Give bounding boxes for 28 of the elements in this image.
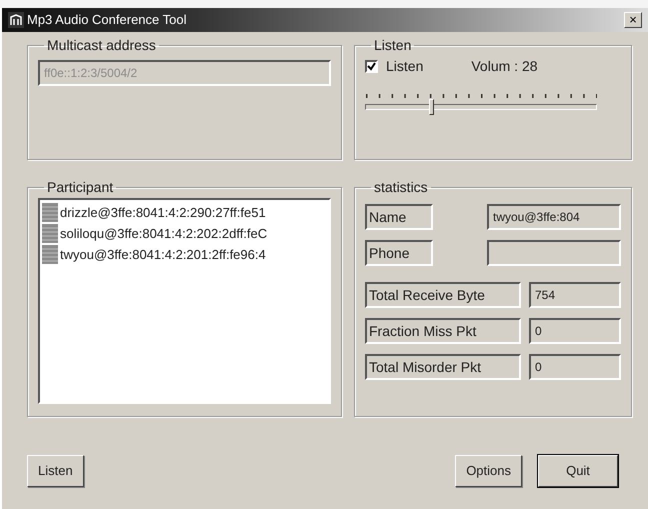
- volume-label: Volum : 28: [471, 57, 538, 76]
- value-field[interactable]: [487, 240, 621, 266]
- volume-slider[interactable]: [365, 99, 597, 115]
- participant-item[interactable]: twyou@3ffe:8041:4:2:201:2ff:fe96:4: [42, 244, 327, 265]
- participant-item[interactable]: drizzle@3ffe:8041:4:2:290:27ff:fe51: [42, 202, 327, 223]
- value-field[interactable]: 0: [529, 354, 621, 380]
- field-label: Name: [365, 204, 433, 230]
- listen-checkbox[interactable]: [365, 60, 378, 73]
- checkbox-label: Listen: [386, 57, 424, 76]
- close-button[interactable]: ×: [624, 12, 642, 28]
- slider-thumb[interactable]: [428, 99, 434, 115]
- field-label: Total Receive Byte: [365, 282, 521, 308]
- dialog-button[interactable]: Listen: [27, 455, 84, 487]
- dialog-button[interactable]: Quit: [538, 455, 618, 487]
- group-label: Participant: [46, 180, 114, 194]
- dialog-button[interactable]: Options: [455, 455, 522, 487]
- field-label: Phone: [365, 240, 433, 266]
- participant-item[interactable]: soliloqu@3ffe:8041:4:2:202:2dff:feC: [42, 223, 327, 244]
- group-label: statistics: [373, 180, 429, 194]
- value-field[interactable]: 754: [529, 282, 621, 308]
- value-field[interactable]: twyou@3ffe:804: [487, 204, 621, 230]
- field-label: Fraction Miss Pkt: [365, 318, 521, 344]
- group-label: Listen: [373, 38, 412, 52]
- window-title: Mp3 Audio Conference Tool: [27, 11, 186, 30]
- field-label: Total Misorder Pkt: [365, 354, 521, 380]
- app-icon: [8, 12, 24, 28]
- value-field[interactable]: 0: [529, 318, 621, 344]
- group-label: Multicast address: [46, 38, 157, 52]
